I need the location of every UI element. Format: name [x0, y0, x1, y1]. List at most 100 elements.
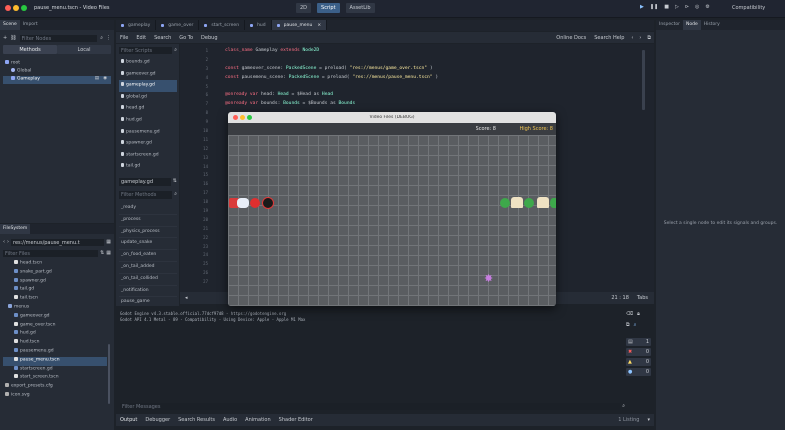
tab-inspector[interactable]: Inspector: [656, 20, 683, 30]
script-item[interactable]: hud.gd: [119, 115, 177, 127]
script-item[interactable]: bounds.gd: [119, 57, 177, 69]
movie-icon[interactable]: ◎: [695, 4, 699, 10]
script-item[interactable]: tail.gd: [119, 161, 177, 173]
file-item[interactable]: hud.gd: [3, 330, 107, 339]
menu-goto[interactable]: Go To: [175, 35, 197, 41]
collapse-icon[interactable]: ▾: [643, 417, 654, 423]
add-node-icon[interactable]: +: [3, 35, 7, 41]
tree-item-global[interactable]: Global: [3, 68, 111, 76]
file-item[interactable]: menus: [3, 303, 107, 313]
method-item[interactable]: update_snake: [119, 238, 177, 251]
minimize-window-button[interactable]: [13, 5, 19, 11]
scrollbar[interactable]: [108, 344, 110, 404]
code-line[interactable]: @onready var head: Head = $Head as Head: [225, 91, 645, 100]
filter-files-input[interactable]: Filter Files: [3, 249, 99, 257]
file-item[interactable]: tail.tscn: [3, 295, 107, 304]
tab-history[interactable]: History: [701, 20, 723, 30]
code-text[interactable]: class_name Gameplay extends Node2D const…: [225, 47, 645, 109]
filter-methods-input[interactable]: Filter Methods: [119, 191, 173, 199]
path-field[interactable]: res://menus/pause_menu.t: [11, 238, 105, 246]
filter-icon[interactable]: ⌕: [634, 322, 637, 328]
script-icon[interactable]: ▤: [95, 76, 99, 81]
stop-icon[interactable]: ■: [664, 4, 669, 10]
grid-icon[interactable]: ▦: [106, 250, 111, 256]
pause-icon[interactable]: ❚❚: [650, 4, 658, 10]
tab-import[interactable]: Import: [20, 20, 41, 30]
tab-scene[interactable]: Scene: [0, 20, 20, 30]
local-button[interactable]: Local: [57, 45, 111, 54]
message-toggle[interactable]: ● 0: [626, 368, 651, 376]
float-icon[interactable]: ⧉: [644, 35, 654, 41]
tab-2d[interactable]: 2D: [296, 3, 312, 13]
online-docs-button[interactable]: Online Docs: [552, 35, 590, 41]
remote-icon[interactable]: ⚙: [705, 4, 709, 10]
search-help-button[interactable]: Search Help: [590, 35, 628, 41]
code-line[interactable]: const pausemenu_scene: PackedScene = pre…: [225, 74, 645, 83]
maximize-window-button[interactable]: [21, 5, 27, 11]
script-item[interactable]: spawner.gd: [119, 138, 177, 150]
script-item[interactable]: startscreen.gd: [119, 150, 177, 162]
search-icon[interactable]: ⌕: [174, 191, 177, 199]
file-item[interactable]: icon.svg: [3, 391, 107, 401]
file-item[interactable]: snake_part.gd: [3, 268, 107, 278]
editor-tab-pause-menu[interactable]: pause_menu ×: [271, 20, 328, 30]
next-script-icon[interactable]: ›: [636, 35, 644, 41]
script-item[interactable]: global.gd: [119, 92, 177, 104]
script-item[interactable]: gameover.gd: [119, 69, 177, 81]
copy-icon[interactable]: ⧉: [626, 322, 630, 328]
search-icon[interactable]: ⌕: [100, 35, 103, 41]
file-item[interactable]: hud.tscn: [3, 339, 107, 348]
code-line[interactable]: [225, 56, 645, 65]
forward-icon[interactable]: ›: [7, 239, 9, 245]
file-item[interactable]: head.tscn: [3, 260, 107, 269]
filter-nodes-input[interactable]: Filter Nodes: [19, 34, 98, 42]
tab-search-results[interactable]: Search Results: [174, 417, 219, 423]
code-scrollbar[interactable]: [642, 50, 645, 110]
tab-animation[interactable]: Animation: [241, 417, 275, 423]
tab-audio[interactable]: Audio: [219, 417, 241, 423]
log-toggle[interactable]: ▤ 1: [626, 338, 651, 346]
visibility-icon[interactable]: ◉: [103, 76, 107, 81]
code-line[interactable]: const gameover_scene: PackedScene = prel…: [225, 65, 645, 74]
prev-script-icon[interactable]: ‹: [628, 35, 636, 41]
menu-file[interactable]: File: [116, 35, 132, 41]
play-scene-icon[interactable]: ▷: [675, 4, 679, 10]
menu-debug[interactable]: Debug: [197, 35, 221, 41]
search-icon[interactable]: ⌕: [622, 403, 625, 409]
sort-icon[interactable]: ⇅: [100, 250, 104, 256]
clear-icon[interactable]: ⌫: [626, 311, 633, 317]
layout-icon[interactable]: ▦: [106, 239, 111, 245]
methods-button[interactable]: Methods: [3, 45, 57, 54]
link-icon[interactable]: ⛓: [10, 35, 16, 41]
game-board[interactable]: ✸: [228, 135, 556, 306]
sort-icon[interactable]: ⇅: [173, 178, 177, 186]
method-item[interactable]: _on_food_eaten: [119, 250, 177, 262]
code-line[interactable]: @onready var bounds: Bounds = $Bounds as…: [225, 100, 645, 109]
menu-search[interactable]: Search: [150, 35, 175, 41]
filter-messages-input[interactable]: Filter Messages: [120, 402, 621, 410]
code-line[interactable]: [225, 83, 645, 92]
method-item[interactable]: _process: [119, 215, 177, 227]
code-line[interactable]: class_name Gameplay extends Node2D: [225, 47, 645, 56]
method-item[interactable]: _physics_process: [119, 227, 177, 239]
file-item[interactable]: pausemenu.gd: [3, 347, 107, 357]
editor-tab-game-over[interactable]: game_over: [156, 20, 200, 30]
lock-icon[interactable]: 🔒︎: [637, 311, 640, 317]
menu-icon[interactable]: ⋮: [106, 35, 111, 41]
tab-assetlib[interactable]: AssetLib: [345, 3, 375, 13]
file-item[interactable]: startscreen.gd: [3, 365, 107, 375]
indent-mode[interactable]: Tabs: [637, 295, 648, 301]
tab-shader-editor[interactable]: Shader Editor: [275, 417, 317, 423]
error-toggle[interactable]: ✖ 0: [626, 348, 651, 356]
tab-node[interactable]: Node: [683, 20, 701, 30]
file-item[interactable]: start_screen.tscn: [3, 374, 107, 383]
script-item[interactable]: gameplay.gd: [119, 80, 177, 92]
method-item[interactable]: _on_tail_added: [119, 262, 177, 274]
file-item[interactable]: spawner.gd: [3, 277, 107, 287]
tab-filesystem[interactable]: FileSystem: [0, 224, 31, 234]
play-custom-icon[interactable]: ⊳: [685, 4, 689, 10]
close-tab-icon[interactable]: ×: [317, 23, 321, 28]
file-item[interactable]: tail.gd: [3, 286, 107, 295]
toggle-panel-icon[interactable]: ◂: [185, 295, 188, 301]
editor-tab-start-screen[interactable]: start_screen: [199, 20, 246, 30]
